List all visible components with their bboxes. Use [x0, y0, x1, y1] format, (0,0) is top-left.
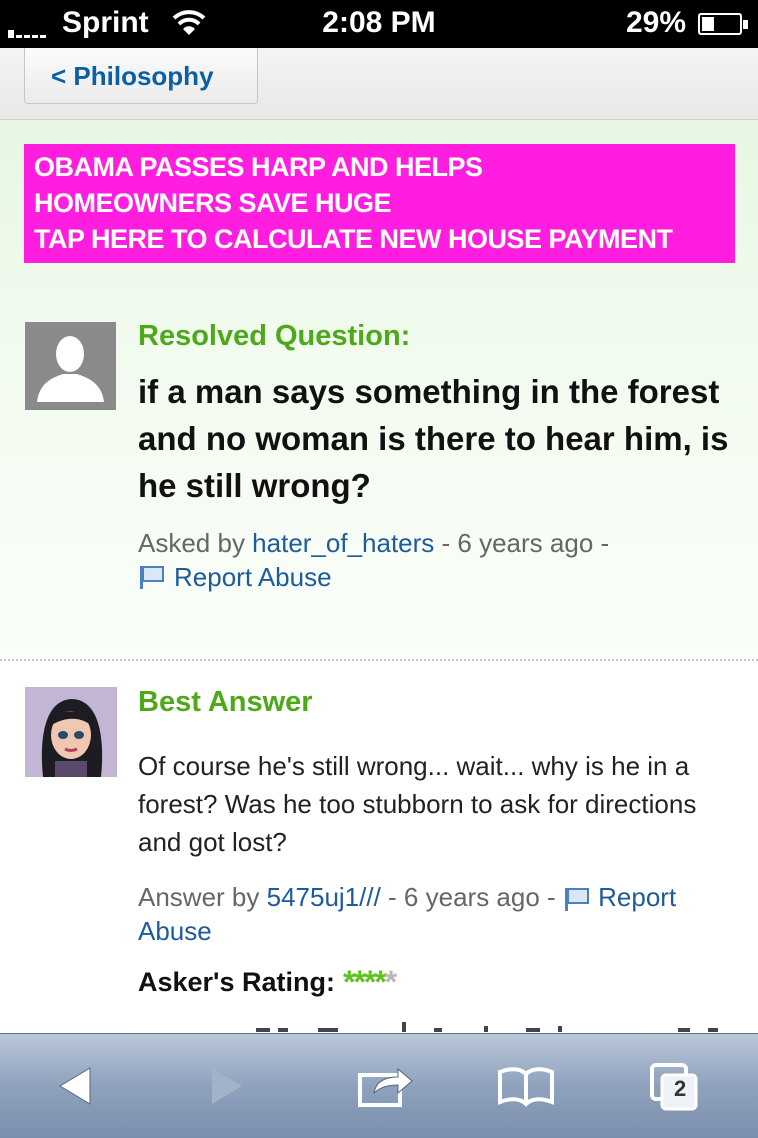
battery-percent: 29% [625, 6, 686, 39]
browser-toolbar: 2 [0, 1033, 758, 1138]
share-button[interactable] [354, 1056, 414, 1116]
forward-arrow-button[interactable] [196, 1056, 256, 1116]
flag-icon [564, 888, 589, 912]
flag-icon [140, 566, 164, 589]
answer-text: Of course he's still wrong... wait... wh… [138, 751, 697, 857]
answerer-avatar[interactable] [25, 687, 117, 777]
question-title: if a man says something in the forest an… [138, 373, 729, 504]
asked-prefix: Asked by [138, 528, 253, 558]
forward-arrow-icon [212, 1068, 242, 1104]
answer-suffix: - 6 years ago - [380, 882, 563, 912]
back-to-category-button[interactable]: < Philosophy [24, 48, 258, 104]
asked-by-line: Asked by hater_of_haters - 6 years ago - [138, 526, 609, 560]
ad-line: TAP HERE TO CALCULATE NEW HOUSE PAYMENT [34, 224, 673, 254]
tabs-button[interactable]: 2 [644, 1056, 704, 1116]
partial-text-glyphs [256, 1022, 718, 1032]
best-answer-label: Best Answer [138, 686, 313, 718]
rating-stars-filled: **** [342, 964, 387, 1000]
question-report-abuse-link[interactable]: Report Abuse [138, 560, 332, 594]
back-arrow-button[interactable] [46, 1056, 106, 1116]
status-bar: Sprint 2:08 PM 29% [0, 0, 758, 48]
bookmarks-button[interactable] [496, 1056, 556, 1116]
section-divider [0, 659, 758, 661]
top-nav-bar: < Philosophy [0, 48, 758, 120]
ad-banner[interactable]: OBAMA PASSES HARP AND HELPS HOMEOWNERS S… [24, 144, 735, 263]
answer-meta-line: Answer by 5475uj1/// - 6 years ago - Rep… [138, 880, 738, 948]
report-abuse-label: Report Abuse [174, 562, 332, 592]
asker-link[interactable]: hater_of_haters [252, 528, 434, 558]
ad-line: HOMEOWNERS SAVE HUGE [34, 188, 392, 218]
back-arrow-icon [59, 1067, 91, 1105]
tab-count: 2 [674, 1076, 687, 1101]
person-placeholder-icon [37, 336, 104, 402]
bookmarks-icon [498, 1067, 554, 1107]
avatar-girl-icon [25, 687, 117, 777]
asker-rating: Asker's Rating: ***** [138, 964, 398, 1001]
asker-rating-label: Asker's Rating: [138, 967, 335, 997]
asker-avatar[interactable] [25, 322, 116, 410]
resolved-question-label: Resolved Question: [138, 320, 411, 352]
share-icon [358, 1067, 413, 1107]
rating-stars-empty: * [384, 964, 398, 1000]
answer-prefix: Answer by [138, 882, 267, 912]
truncated-text-line [138, 1018, 738, 1032]
answerer-link[interactable]: 5475uj1/// [267, 882, 381, 912]
asked-suffix: - 6 years ago - [434, 528, 610, 558]
battery-icon [698, 13, 748, 35]
rating-stars: ***** [342, 964, 398, 1001]
ad-line: OBAMA PASSES HARP AND HELPS [34, 152, 483, 182]
